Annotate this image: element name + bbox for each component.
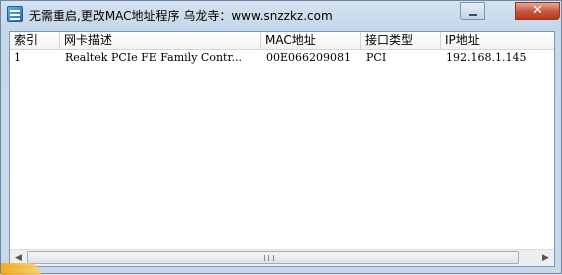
close-button[interactable]: ✕ bbox=[515, 2, 560, 20]
window-frame: 无需重启,更改MAC地址程序 乌龙寺：www.snzzkz.com ✕ 索引 网… bbox=[0, 0, 562, 275]
scroll-thumb[interactable] bbox=[27, 251, 519, 264]
list-header: 索引 网卡描述 MAC地址 接口类型 IP地址 bbox=[10, 32, 554, 50]
cell-ip: 192.168.1.145 bbox=[446, 51, 527, 64]
app-icon bbox=[7, 6, 23, 22]
table-row[interactable]: 1 Realtek PCIe FE Family Contr... 00E066… bbox=[10, 50, 554, 66]
cell-mac: 00E066209081 bbox=[266, 51, 352, 64]
window-title: 无需重启,更改MAC地址程序 乌龙寺：www.snzzkz.com bbox=[29, 9, 333, 23]
column-header-index[interactable]: 索引 bbox=[10, 32, 60, 49]
grip-icon bbox=[264, 255, 274, 261]
column-header-description[interactable]: 网卡描述 bbox=[60, 32, 261, 49]
column-header-ip[interactable]: IP地址 bbox=[441, 32, 554, 49]
adapter-list[interactable]: 索引 网卡描述 MAC地址 接口类型 IP地址 1 Realtek PCIe F… bbox=[9, 31, 555, 267]
cell-description: Realtek PCIe FE Family Contr... bbox=[65, 51, 242, 64]
cell-interface-type: PCI bbox=[366, 51, 387, 64]
title-bar[interactable]: 无需重启,更改MAC地址程序 乌龙寺：www.snzzkz.com ✕ bbox=[1, 1, 561, 29]
horizontal-scrollbar[interactable]: ◀ ▶ bbox=[10, 249, 554, 266]
corner-logo-icon bbox=[1, 263, 41, 275]
column-header-mac[interactable]: MAC地址 bbox=[261, 32, 361, 49]
scroll-right-icon[interactable]: ▶ bbox=[537, 250, 554, 266]
column-header-interface-type[interactable]: 接口类型 bbox=[361, 32, 441, 49]
minimize-button[interactable] bbox=[460, 2, 485, 20]
cell-index: 1 bbox=[14, 51, 21, 64]
